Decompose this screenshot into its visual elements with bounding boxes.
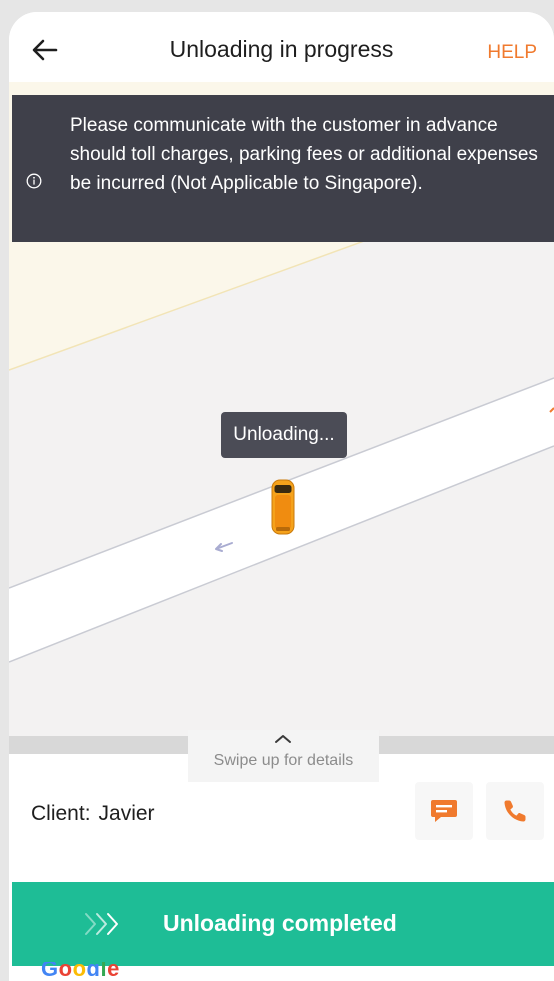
client-label: Client:: [31, 802, 91, 825]
swipe-up-label: Swipe up for details: [213, 752, 354, 769]
chat-button[interactable]: [415, 782, 473, 840]
swipe-up-handle[interactable]: Swipe up for details: [188, 730, 379, 782]
app-screen: Unloading in progress HELP Please commun…: [9, 12, 554, 981]
client-name: Javier: [98, 802, 155, 825]
chat-icon: [431, 800, 457, 822]
notice-banner: Please communicate with the customer in …: [12, 95, 554, 242]
info-icon: [26, 173, 42, 189]
page-title: Unloading in progress: [169, 36, 394, 62]
van-icon: [271, 479, 295, 535]
client-info: Client: Javier: [31, 802, 155, 826]
top-bar: Unloading in progress HELP: [9, 12, 554, 82]
call-button[interactable]: [486, 782, 544, 840]
direction-arrow-icon: [215, 542, 233, 552]
chevron-up-icon: [275, 735, 291, 743]
complete-label: Unloading completed: [163, 910, 397, 936]
notice-text: Please communicate with the customer in …: [70, 115, 538, 194]
client-row: Client: Javier: [9, 782, 554, 872]
unloading-completed-button[interactable]: Unloading completed: [12, 882, 554, 966]
unloading-status-tooltip: Unloading...: [221, 412, 347, 458]
phone-icon: [504, 800, 526, 822]
triple-chevron-right-icon: [85, 913, 118, 935]
help-link[interactable]: HELP: [487, 42, 537, 64]
google-logo: Google: [41, 962, 120, 976]
